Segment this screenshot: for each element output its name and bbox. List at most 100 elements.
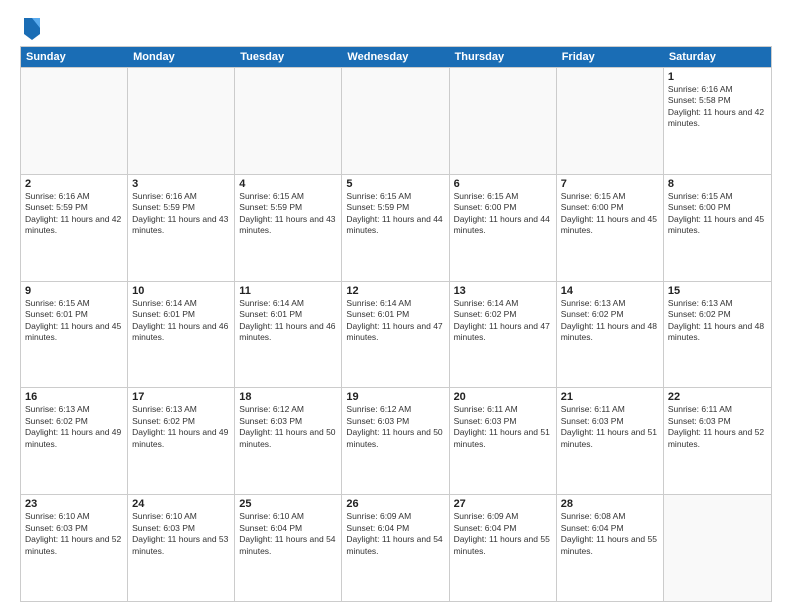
day-number: 15	[668, 285, 767, 297]
cell-info: Sunrise: 6:15 AM Sunset: 5:59 PM Dayligh…	[239, 191, 337, 237]
day-number: 19	[346, 391, 444, 403]
cell-info: Sunrise: 6:10 AM Sunset: 6:03 PM Dayligh…	[25, 511, 123, 557]
calendar: SundayMondayTuesdayWednesdayThursdayFrid…	[20, 46, 772, 602]
cell-info: Sunrise: 6:14 AM Sunset: 6:01 PM Dayligh…	[132, 298, 230, 344]
empty-cell	[235, 68, 342, 174]
day-number: 7	[561, 178, 659, 190]
day-cell-5: 5Sunrise: 6:15 AM Sunset: 5:59 PM Daylig…	[342, 175, 449, 281]
day-number: 12	[346, 285, 444, 297]
day-cell-18: 18Sunrise: 6:12 AM Sunset: 6:03 PM Dayli…	[235, 388, 342, 494]
empty-cell	[128, 68, 235, 174]
day-cell-16: 16Sunrise: 6:13 AM Sunset: 6:02 PM Dayli…	[21, 388, 128, 494]
day-cell-11: 11Sunrise: 6:14 AM Sunset: 6:01 PM Dayli…	[235, 282, 342, 388]
empty-cell	[342, 68, 449, 174]
day-number: 8	[668, 178, 767, 190]
header-day-saturday: Saturday	[664, 47, 771, 67]
day-cell-26: 26Sunrise: 6:09 AM Sunset: 6:04 PM Dayli…	[342, 495, 449, 601]
cell-info: Sunrise: 6:13 AM Sunset: 6:02 PM Dayligh…	[25, 404, 123, 450]
day-number: 20	[454, 391, 552, 403]
header-day-tuesday: Tuesday	[235, 47, 342, 67]
calendar-row-2: 2Sunrise: 6:16 AM Sunset: 5:59 PM Daylig…	[21, 174, 771, 281]
day-cell-20: 20Sunrise: 6:11 AM Sunset: 6:03 PM Dayli…	[450, 388, 557, 494]
day-cell-12: 12Sunrise: 6:14 AM Sunset: 6:01 PM Dayli…	[342, 282, 449, 388]
day-cell-24: 24Sunrise: 6:10 AM Sunset: 6:03 PM Dayli…	[128, 495, 235, 601]
day-cell-9: 9Sunrise: 6:15 AM Sunset: 6:01 PM Daylig…	[21, 282, 128, 388]
day-cell-19: 19Sunrise: 6:12 AM Sunset: 6:03 PM Dayli…	[342, 388, 449, 494]
cell-info: Sunrise: 6:10 AM Sunset: 6:03 PM Dayligh…	[132, 511, 230, 557]
day-number: 11	[239, 285, 337, 297]
day-cell-8: 8Sunrise: 6:15 AM Sunset: 6:00 PM Daylig…	[664, 175, 771, 281]
day-cell-6: 6Sunrise: 6:15 AM Sunset: 6:00 PM Daylig…	[450, 175, 557, 281]
cell-info: Sunrise: 6:15 AM Sunset: 6:00 PM Dayligh…	[561, 191, 659, 237]
day-cell-23: 23Sunrise: 6:10 AM Sunset: 6:03 PM Dayli…	[21, 495, 128, 601]
cell-info: Sunrise: 6:12 AM Sunset: 6:03 PM Dayligh…	[239, 404, 337, 450]
cell-info: Sunrise: 6:11 AM Sunset: 6:03 PM Dayligh…	[454, 404, 552, 450]
day-number: 21	[561, 391, 659, 403]
cell-info: Sunrise: 6:16 AM Sunset: 5:59 PM Dayligh…	[25, 191, 123, 237]
cell-info: Sunrise: 6:16 AM Sunset: 5:58 PM Dayligh…	[668, 84, 767, 130]
day-number: 14	[561, 285, 659, 297]
cell-info: Sunrise: 6:15 AM Sunset: 5:59 PM Dayligh…	[346, 191, 444, 237]
day-number: 18	[239, 391, 337, 403]
day-cell-22: 22Sunrise: 6:11 AM Sunset: 6:03 PM Dayli…	[664, 388, 771, 494]
cell-info: Sunrise: 6:15 AM Sunset: 6:01 PM Dayligh…	[25, 298, 123, 344]
day-number: 16	[25, 391, 123, 403]
day-number: 2	[25, 178, 123, 190]
cell-info: Sunrise: 6:13 AM Sunset: 6:02 PM Dayligh…	[132, 404, 230, 450]
empty-cell	[21, 68, 128, 174]
day-number: 22	[668, 391, 767, 403]
calendar-body: 1Sunrise: 6:16 AM Sunset: 5:58 PM Daylig…	[21, 67, 771, 601]
day-number: 25	[239, 498, 337, 510]
day-cell-27: 27Sunrise: 6:09 AM Sunset: 6:04 PM Dayli…	[450, 495, 557, 601]
day-cell-2: 2Sunrise: 6:16 AM Sunset: 5:59 PM Daylig…	[21, 175, 128, 281]
cell-info: Sunrise: 6:09 AM Sunset: 6:04 PM Dayligh…	[454, 511, 552, 557]
day-cell-4: 4Sunrise: 6:15 AM Sunset: 5:59 PM Daylig…	[235, 175, 342, 281]
calendar-row-3: 9Sunrise: 6:15 AM Sunset: 6:01 PM Daylig…	[21, 281, 771, 388]
day-number: 28	[561, 498, 659, 510]
cell-info: Sunrise: 6:14 AM Sunset: 6:01 PM Dayligh…	[239, 298, 337, 344]
empty-cell	[450, 68, 557, 174]
day-number: 26	[346, 498, 444, 510]
day-cell-10: 10Sunrise: 6:14 AM Sunset: 6:01 PM Dayli…	[128, 282, 235, 388]
day-cell-14: 14Sunrise: 6:13 AM Sunset: 6:02 PM Dayli…	[557, 282, 664, 388]
cell-info: Sunrise: 6:13 AM Sunset: 6:02 PM Dayligh…	[561, 298, 659, 344]
calendar-header: SundayMondayTuesdayWednesdayThursdayFrid…	[21, 47, 771, 67]
header-day-friday: Friday	[557, 47, 664, 67]
day-number: 10	[132, 285, 230, 297]
cell-info: Sunrise: 6:10 AM Sunset: 6:04 PM Dayligh…	[239, 511, 337, 557]
header-day-thursday: Thursday	[450, 47, 557, 67]
cell-info: Sunrise: 6:15 AM Sunset: 6:00 PM Dayligh…	[668, 191, 767, 237]
empty-cell	[664, 495, 771, 601]
cell-info: Sunrise: 6:14 AM Sunset: 6:02 PM Dayligh…	[454, 298, 552, 344]
cell-info: Sunrise: 6:16 AM Sunset: 5:59 PM Dayligh…	[132, 191, 230, 237]
day-number: 5	[346, 178, 444, 190]
cell-info: Sunrise: 6:11 AM Sunset: 6:03 PM Dayligh…	[561, 404, 659, 450]
day-cell-17: 17Sunrise: 6:13 AM Sunset: 6:02 PM Dayli…	[128, 388, 235, 494]
cell-info: Sunrise: 6:11 AM Sunset: 6:03 PM Dayligh…	[668, 404, 767, 450]
cell-info: Sunrise: 6:09 AM Sunset: 6:04 PM Dayligh…	[346, 511, 444, 557]
logo-icon	[22, 16, 42, 40]
day-number: 13	[454, 285, 552, 297]
cell-info: Sunrise: 6:15 AM Sunset: 6:00 PM Dayligh…	[454, 191, 552, 237]
day-number: 27	[454, 498, 552, 510]
day-number: 23	[25, 498, 123, 510]
day-number: 24	[132, 498, 230, 510]
empty-cell	[557, 68, 664, 174]
header-day-wednesday: Wednesday	[342, 47, 449, 67]
header-day-sunday: Sunday	[21, 47, 128, 67]
logo	[20, 16, 42, 40]
day-cell-21: 21Sunrise: 6:11 AM Sunset: 6:03 PM Dayli…	[557, 388, 664, 494]
day-cell-28: 28Sunrise: 6:08 AM Sunset: 6:04 PM Dayli…	[557, 495, 664, 601]
day-cell-25: 25Sunrise: 6:10 AM Sunset: 6:04 PM Dayli…	[235, 495, 342, 601]
cell-info: Sunrise: 6:13 AM Sunset: 6:02 PM Dayligh…	[668, 298, 767, 344]
header-day-monday: Monday	[128, 47, 235, 67]
day-cell-3: 3Sunrise: 6:16 AM Sunset: 5:59 PM Daylig…	[128, 175, 235, 281]
day-cell-7: 7Sunrise: 6:15 AM Sunset: 6:00 PM Daylig…	[557, 175, 664, 281]
calendar-row-1: 1Sunrise: 6:16 AM Sunset: 5:58 PM Daylig…	[21, 67, 771, 174]
day-number: 6	[454, 178, 552, 190]
page-header	[20, 16, 772, 40]
day-number: 17	[132, 391, 230, 403]
day-number: 1	[668, 71, 767, 83]
calendar-row-4: 16Sunrise: 6:13 AM Sunset: 6:02 PM Dayli…	[21, 387, 771, 494]
cell-info: Sunrise: 6:08 AM Sunset: 6:04 PM Dayligh…	[561, 511, 659, 557]
